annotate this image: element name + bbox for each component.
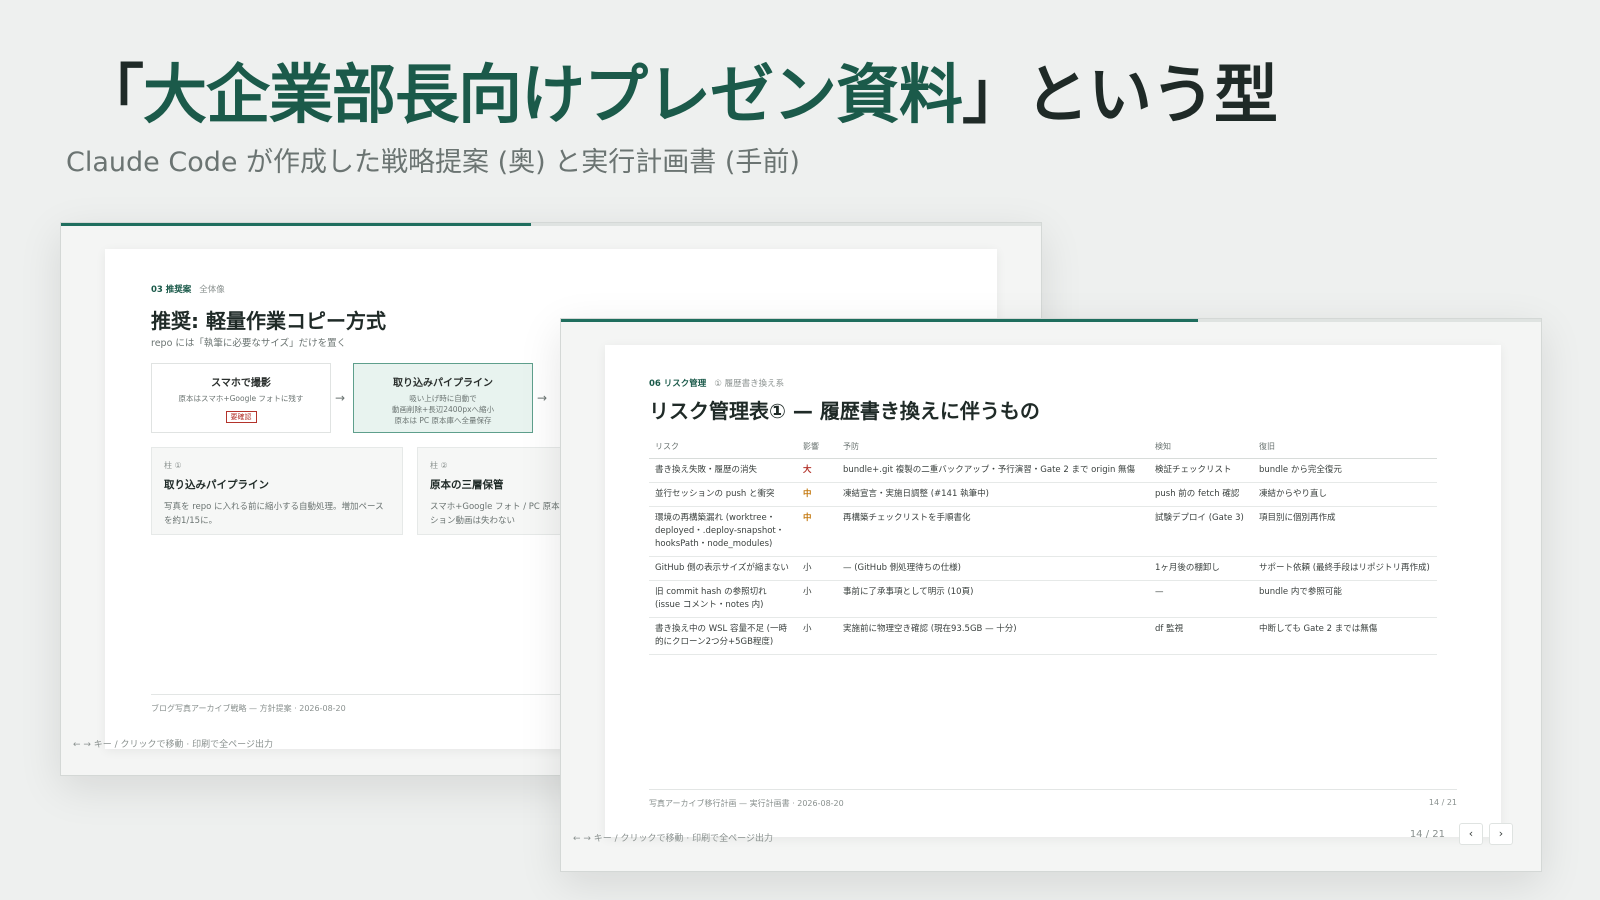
slide-footer: ブログ写真アーカイブ戦略 — 方針提案 · 2026-08-20 xyxy=(151,704,346,713)
step-title: スマホで撮影 xyxy=(211,378,271,389)
risk-cell: GitHub 側の表示サイズが縮まない xyxy=(649,556,797,581)
navigation-hint: ← → キー / クリックで移動 · 印刷で全ページ出力 xyxy=(73,740,273,750)
next-page-button[interactable]: › xyxy=(1489,823,1513,845)
table-header-row: リスク 影響 予防 検知 復旧 xyxy=(649,437,1437,459)
slide-kicker: 03 推奨案 全体像 xyxy=(151,283,225,295)
headline-open-bracket: 「 xyxy=(80,59,144,133)
step-desc: 原本はスマホ+Google フォトに残す xyxy=(178,394,304,403)
risk-cell: 環境の再構築漏れ (worktree・deployed・.deploy-snap… xyxy=(649,506,797,557)
pillar-label: 柱 ① xyxy=(164,461,182,470)
impact-cell: 小 xyxy=(797,617,837,655)
navigation-hint: ← → キー / クリックで移動 · 印刷で全ページ出力 xyxy=(573,834,773,844)
headline-rest: 」という型 xyxy=(962,59,1278,133)
section-label: ① 履歴書き換え系 xyxy=(714,379,785,389)
pillar-title: 取り込みパイプライン xyxy=(164,479,269,491)
subtitle: Claude Code が作成した戦略提案 (奥) と実行計画書 (手前) xyxy=(66,147,800,178)
table-row: 書き換え中の WSL 容量不足 (一時的にクローン2つ分+5GB程度) 小 実施… xyxy=(649,617,1437,655)
impact-cell: 中 xyxy=(797,506,837,557)
slide-page-number: 14 / 21 xyxy=(1428,798,1457,807)
risk-table: リスク 影響 予防 検知 復旧 書き換え失敗・履歴の消失 大 bundle+.g… xyxy=(649,437,1437,655)
risk-cell: 書き換え中の WSL 容量不足 (一時的にクローン2つ分+5GB程度) xyxy=(649,617,797,655)
execution-plan-window[interactable]: 06 リスク管理 ① 履歴書き換え系 リスク管理表① — 履歴書き換えに伴うもの … xyxy=(560,318,1542,872)
slide-subtitle: repo には「執筆に必要なサイズ」だけを置く xyxy=(151,338,347,349)
table-row: GitHub 側の表示サイズが縮まない 小 — (GitHub 側処理待ちの仕様… xyxy=(649,556,1437,581)
section-number: 03 推奨案 xyxy=(151,285,192,295)
slide[interactable]: 06 リスク管理 ① 履歴書き換え系 リスク管理表① — 履歴書き換えに伴うもの … xyxy=(605,345,1501,837)
prevention-cell: bundle+.git 複製の二重バックアップ・予行演習・Gate 2 まで o… xyxy=(837,458,1149,483)
table-row: 環境の再構築漏れ (worktree・deployed・.deploy-snap… xyxy=(649,506,1437,557)
slide-kicker: 06 リスク管理 ① 履歴書き換え系 xyxy=(649,377,784,389)
slide-title: 推奨: 軽量作業コピー方式 xyxy=(151,309,386,333)
column-header-risk: リスク xyxy=(649,437,797,459)
slide-title: リスク管理表① — 履歴書き換えに伴うもの xyxy=(649,399,1040,423)
column-header-detection: 検知 xyxy=(1149,437,1253,459)
progress-track xyxy=(61,223,1041,226)
prevention-cell: 実施前に物理空き確認 (現在93.5GB — 十分) xyxy=(837,617,1149,655)
table-row: 並行セッションの push と衝突 中 凍結宣言・実施日調整 (#141 執筆中… xyxy=(649,482,1437,507)
arrow-right-icon: → xyxy=(537,391,548,405)
impact-cell: 大 xyxy=(797,458,837,483)
arrow-right-icon: → xyxy=(335,391,346,405)
detection-cell: push 前の fetch 確認 xyxy=(1149,482,1253,507)
headline-accent: 大企業部長向けプレゼン資料 xyxy=(143,59,963,133)
prevention-cell: 事前に了承事項として明示 (10頁) xyxy=(837,580,1149,618)
section-number: 06 リスク管理 xyxy=(649,379,707,389)
detection-cell: — xyxy=(1149,580,1253,618)
risk-cell: 旧 commit hash の参照切れ (issue コメント・notes 内) xyxy=(649,580,797,618)
progress-track xyxy=(561,319,1541,322)
recovery-cell: bundle 内で参照可能 xyxy=(1253,580,1437,618)
column-header-recovery: 復旧 xyxy=(1253,437,1437,459)
progress-bar xyxy=(61,223,532,226)
detection-cell: 試験デプロイ (Gate 3) xyxy=(1149,506,1253,557)
prevention-cell: — (GitHub 側処理待ちの仕様) xyxy=(837,556,1149,581)
pillar-desc: 写真を repo に入れる前に縮小する自動処理。増加ペースを約1/15に。 xyxy=(164,502,384,526)
detection-cell: df 監視 xyxy=(1149,617,1253,655)
footer-divider xyxy=(649,789,1457,790)
pager: 14 / 21 ‹ › xyxy=(1410,823,1513,845)
risk-cell: 並行セッションの push と衝突 xyxy=(649,482,797,507)
pillar-card: 柱 ① 取り込みパイプライン 写真を repo に入れる前に縮小する自動処理。増… xyxy=(151,447,403,535)
detection-cell: 検証チェックリスト xyxy=(1149,458,1253,483)
column-header-impact: 影響 xyxy=(797,437,837,459)
recovery-cell: 凍結からやり直し xyxy=(1253,482,1437,507)
recovery-cell: 中断しても Gate 2 までは無傷 xyxy=(1253,617,1437,655)
step-card-pipeline: 取り込みパイプライン 吸い上げ時に自動で 動画削除+長辺2400pxへ縮小 原本… xyxy=(353,363,533,433)
impact-cell: 小 xyxy=(797,556,837,581)
table-row: 旧 commit hash の参照切れ (issue コメント・notes 内)… xyxy=(649,580,1437,618)
recovery-cell: bundle から完全復元 xyxy=(1253,458,1437,483)
column-header-prevention: 予防 xyxy=(837,437,1149,459)
detection-cell: 1ヶ月後の棚卸し xyxy=(1149,556,1253,581)
prevention-cell: 再構築チェックリストを手順書化 xyxy=(837,506,1149,557)
step-card-capture: スマホで撮影 原本はスマホ+Google フォトに残す 要確認 xyxy=(151,363,331,433)
recovery-cell: サポート依頼 (最終手段はリポジトリ再作成) xyxy=(1253,556,1437,581)
step-title: 取り込みパイプライン xyxy=(393,378,493,389)
impact-cell: 中 xyxy=(797,482,837,507)
headline: 「大企業部長向けプレゼン資料」という型 xyxy=(80,54,1278,138)
page-counter: 14 / 21 xyxy=(1409,828,1445,840)
needs-check-badge: 要確認 xyxy=(225,411,257,423)
recovery-cell: 項目別に個別再作成 xyxy=(1253,506,1437,557)
section-label: 全体像 xyxy=(199,285,225,295)
prev-page-button[interactable]: ‹ xyxy=(1459,823,1483,845)
step-desc: 動画削除+長辺2400pxへ縮小 xyxy=(391,405,495,414)
prevention-cell: 凍結宣言・実施日調整 (#141 執筆中) xyxy=(837,482,1149,507)
impact-cell: 小 xyxy=(797,580,837,618)
step-desc: 吸い上げ時に自動で xyxy=(409,394,477,403)
step-desc: 原本は PC 原本庫へ全量保存 xyxy=(394,416,492,425)
table-row: 書き換え失敗・履歴の消失 大 bundle+.git 複製の二重バックアップ・予… xyxy=(649,458,1437,483)
risk-cell: 書き換え失敗・履歴の消失 xyxy=(649,458,797,483)
slide-footer: 写真アーカイブ移行計画 — 実行計画書 · 2026-08-20 xyxy=(649,799,844,808)
progress-bar xyxy=(561,319,1198,322)
